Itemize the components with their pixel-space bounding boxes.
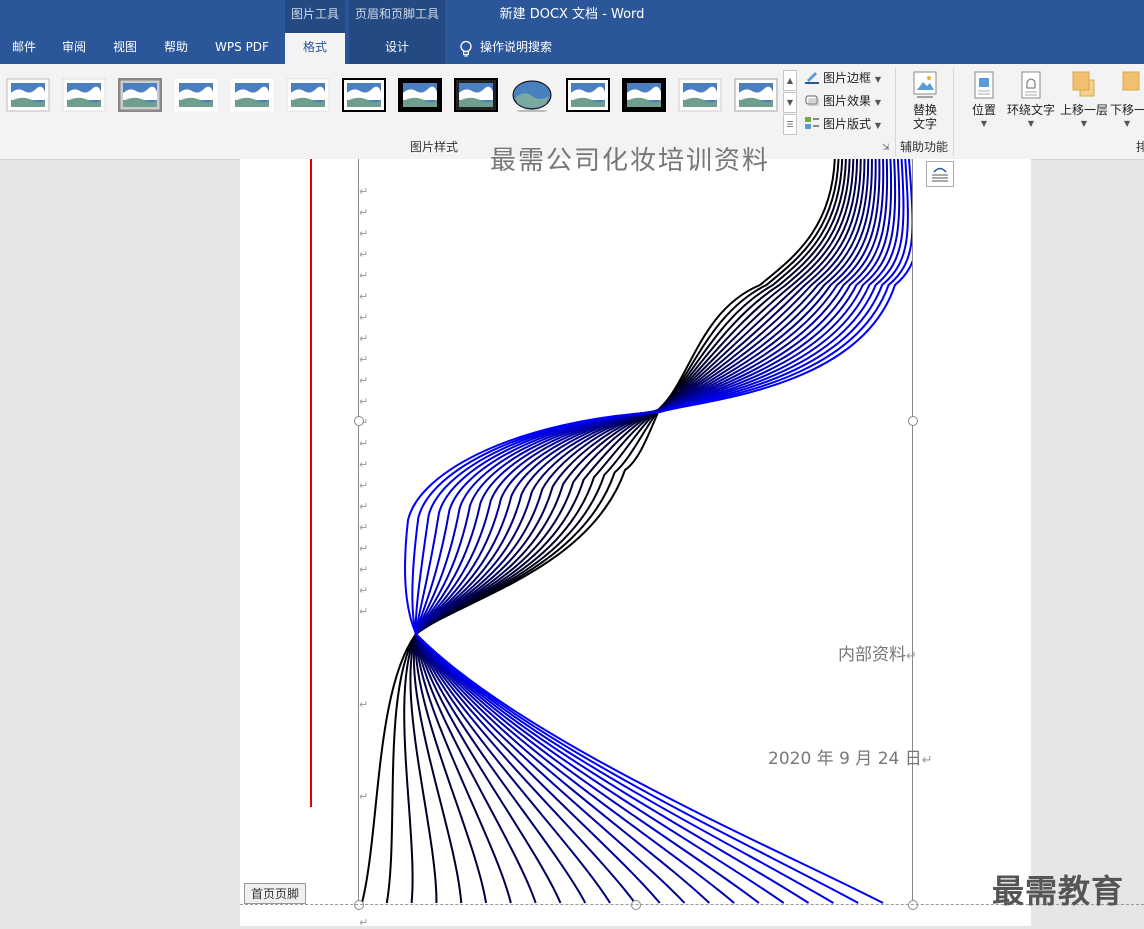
- paragraph-mark: ↵: [359, 353, 369, 366]
- wave-lines-image[interactable]: [0, 0, 1144, 926]
- paragraph-mark: ↵: [359, 227, 369, 240]
- paragraph-mark: ↵: [359, 605, 369, 618]
- paragraph-mark: ↵: [359, 479, 369, 492]
- layout-options-icon: [932, 167, 948, 182]
- resize-handle-bottom-left[interactable]: [354, 900, 364, 910]
- internal-material-text: 内部资料↵: [838, 640, 917, 665]
- paragraph-mark: ↵: [359, 206, 369, 219]
- wave-line: [403, 159, 844, 904]
- return-mark: ↵: [921, 753, 933, 768]
- date-text: 2020 年 9 月 24 日↵: [768, 744, 933, 769]
- paragraph-mark: ↵: [359, 290, 369, 303]
- date-value: 2020 年 9 月 24 日: [768, 749, 922, 769]
- paragraph-mark: ↵: [359, 458, 369, 471]
- resize-handle-right[interactable]: [908, 416, 918, 426]
- wave-line: [385, 159, 840, 904]
- internal-material-label: 内部资料: [838, 645, 906, 665]
- return-mark: ↵: [906, 649, 917, 664]
- paragraph-mark: ↵: [359, 563, 369, 576]
- watermark-logo: 最需教育: [992, 872, 1125, 910]
- paragraph-mark: ↵: [359, 500, 369, 513]
- layout-options-button[interactable]: [926, 161, 954, 187]
- wave-line: [414, 159, 877, 904]
- resize-handle-left[interactable]: [354, 416, 364, 426]
- wave-line: [414, 159, 905, 904]
- wave-line: [414, 159, 885, 904]
- paragraph-mark: ↵: [359, 332, 369, 345]
- paragraph-mark: ↵: [359, 185, 369, 198]
- paragraph-mark: ↵: [359, 437, 369, 450]
- wave-lines-group: [361, 159, 912, 904]
- wave-line: [409, 159, 847, 904]
- wave-line: [411, 159, 912, 904]
- wave-line: [414, 159, 901, 904]
- first-page-footer-tag: 首页页脚: [244, 883, 307, 904]
- paragraph-mark: ↵: [359, 395, 369, 408]
- paragraph-mark: ↵: [359, 916, 369, 929]
- resize-handle-bottom-right[interactable]: [908, 900, 918, 910]
- paragraph-mark: ↵: [359, 698, 369, 711]
- paragraph-mark: ↵: [359, 269, 369, 282]
- paragraph-mark: ↵: [359, 542, 369, 555]
- paragraph-mark: ↵: [359, 584, 369, 597]
- resize-handle-bottom[interactable]: [631, 900, 641, 910]
- paragraph-mark: ↵: [359, 248, 369, 261]
- paragraph-mark: ↵: [359, 311, 369, 324]
- paragraph-mark: ↵: [359, 790, 369, 803]
- paragraph-mark: ↵: [359, 374, 369, 387]
- paragraph-mark: ↵: [359, 521, 369, 534]
